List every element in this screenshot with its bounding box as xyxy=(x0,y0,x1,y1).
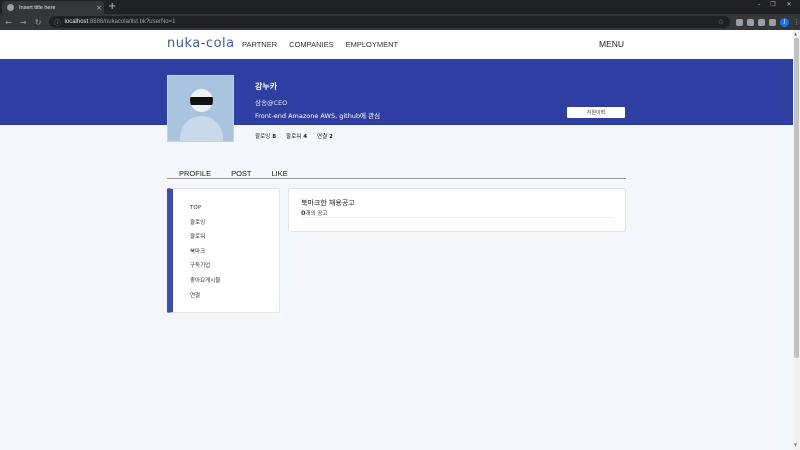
menu-button[interactable]: MENU xyxy=(599,39,624,49)
main-nav: PARTNER COMPANIES EMPLOYMENT xyxy=(242,40,398,49)
nav-companies[interactable]: COMPANIES xyxy=(289,40,333,49)
close-tab-icon[interactable]: × xyxy=(94,4,104,12)
card-title: 북마크한 채용공고 xyxy=(301,199,355,207)
close-window-button[interactable]: ✕ xyxy=(782,1,796,8)
sidebar-item-subscribed-companies[interactable]: 구독기업 xyxy=(190,262,220,277)
extension-icon[interactable] xyxy=(747,18,755,26)
browser-tab[interactable]: Insert title here × xyxy=(2,1,104,14)
profile-avatar-icon[interactable]: J xyxy=(780,17,790,27)
stat-label: 팔로잉 xyxy=(255,134,271,140)
tab-like[interactable]: LIKE xyxy=(272,169,288,178)
profile-role: 삼송@CEO xyxy=(255,99,288,107)
application-history-button[interactable]: 지원이력 xyxy=(567,107,625,118)
sidebar-item-bookmarks[interactable]: 북마크 xyxy=(190,248,220,263)
avatar-head-shape xyxy=(190,89,213,112)
scroll-up-icon[interactable]: ▲ xyxy=(794,31,797,36)
stat-value: 4 xyxy=(303,134,308,140)
stat-following[interactable]: 팔로잉 8 xyxy=(255,132,276,140)
bookmarked-jobs-card: 북마크한 채용공고 0개의 공고 xyxy=(288,188,626,232)
avatar-visor-shape xyxy=(190,97,213,105)
profile-bio: Front-end Amazone AWS, github에 관심 xyxy=(255,112,381,120)
profile-banner xyxy=(0,59,793,125)
avatar-body-shape xyxy=(180,116,223,141)
more-vert-icon[interactable]: ⋮ xyxy=(793,18,800,26)
tabs-divider xyxy=(167,178,626,179)
address-bar[interactable]: ⓘ localhost :8888/nukacola/list.bk?userN… xyxy=(48,16,731,28)
profile-stats: 팔로잉 8 팔로워 4 연결 2 xyxy=(255,132,333,140)
sidebar-item-following[interactable]: 팔로잉 xyxy=(190,219,220,234)
extension-icon[interactable] xyxy=(736,18,744,26)
page-scrollbar[interactable]: ▲ ▼ xyxy=(793,30,800,450)
info-icon[interactable]: ⓘ xyxy=(55,18,61,27)
scroll-down-icon[interactable]: ▼ xyxy=(794,442,797,447)
url-host: localhost xyxy=(64,19,89,25)
restore-button[interactable]: ❐ xyxy=(766,1,780,8)
stat-value: 8 xyxy=(272,134,277,140)
puzzle-icon[interactable] xyxy=(758,18,766,26)
tab-title: Insert title here xyxy=(19,4,56,11)
nav-partner[interactable]: PARTNER xyxy=(242,40,277,49)
forward-icon[interactable]: → xyxy=(17,18,30,27)
stat-label: 연결 xyxy=(317,134,328,140)
stat-value: 2 xyxy=(329,134,333,140)
bookmark-count: 0개의 공고 xyxy=(301,209,328,217)
site-header: nuka-cola PARTNER COMPANIES EMPLOYMENT M… xyxy=(0,30,793,59)
url-path: :8888/nukacola/list.bk?userNo=1 xyxy=(88,19,176,25)
card-divider xyxy=(301,217,613,218)
scroll-thumb[interactable] xyxy=(794,38,799,358)
bookmark-star-icon[interactable]: ☆ xyxy=(718,18,724,26)
profile-tabs: PROFILE POST LIKE xyxy=(179,169,308,178)
sidebar-item-liked-posts[interactable]: 좋아요게시물 xyxy=(190,277,220,292)
reload-icon[interactable]: ↻ xyxy=(32,18,45,27)
globe-icon xyxy=(7,4,14,11)
sidebar-item-top[interactable]: TOP xyxy=(190,204,220,219)
stat-connections[interactable]: 연결 2 xyxy=(317,132,333,140)
tab-profile[interactable]: PROFILE xyxy=(179,169,211,178)
stat-followers[interactable]: 팔로워 4 xyxy=(286,132,307,140)
profile-name: 강누카 xyxy=(255,82,278,91)
profile-sidebar: TOP 팔로잉 팔로워 북마크 구독기업 좋아요게시물 연결 xyxy=(167,188,280,313)
sidebar-list: TOP 팔로잉 팔로워 북마크 구독기업 좋아요게시물 연결 xyxy=(190,204,220,306)
browser-toolbar: ← → ↻ ⓘ localhost :8888/nukacola/list.bk… xyxy=(0,14,800,30)
minimize-button[interactable]: – xyxy=(752,1,766,8)
extensions-area: J ⋮ xyxy=(736,17,800,27)
new-tab-button[interactable]: + xyxy=(108,1,116,13)
stat-label: 팔로워 xyxy=(286,134,302,140)
tab-post[interactable]: POST xyxy=(231,169,251,178)
sidebar-item-connections[interactable]: 연결 xyxy=(190,292,220,307)
nav-employment[interactable]: EMPLOYMENT xyxy=(346,40,399,49)
site-logo[interactable]: nuka-cola xyxy=(167,36,235,51)
browser-tab-bar: Insert title here × + – ❐ ✕ xyxy=(0,0,800,14)
back-icon[interactable]: ← xyxy=(2,18,15,27)
playlist-icon[interactable] xyxy=(769,18,777,26)
profile-avatar xyxy=(167,75,234,142)
sidebar-item-followers[interactable]: 팔로워 xyxy=(190,233,220,248)
